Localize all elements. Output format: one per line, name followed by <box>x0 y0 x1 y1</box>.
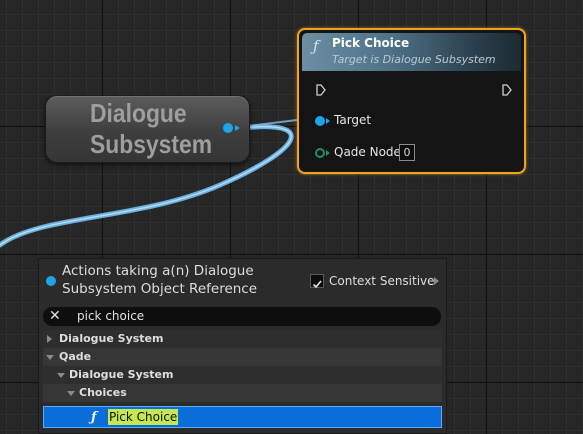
output-pin-arrow <box>235 125 240 131</box>
tree-item-label: Pick Choice <box>108 409 179 425</box>
node-header: ƒ Pick Choice Target is Dialogue Subsyst… <box>302 33 521 71</box>
context-sensitive-label[interactable]: Context Sensitive <box>329 274 435 288</box>
tree-item-qade-dialogue-system[interactable]: Dialogue System <box>43 366 442 384</box>
exec-output-pin[interactable] <box>502 84 512 96</box>
target-pin-arrow <box>326 118 330 124</box>
node-title: Dialogue Subsystem <box>90 98 213 159</box>
output-pin[interactable] <box>223 123 233 133</box>
node-subtitle: Target is Dialogue Subsystem <box>332 53 496 66</box>
tree-item-label: Dialogue System <box>59 332 164 345</box>
target-pin-label: Target <box>334 113 372 127</box>
pick-choice-node[interactable]: ƒ Pick Choice Target is Dialogue Subsyst… <box>297 28 526 174</box>
action-menu: Actions taking a(n) Dialogue Subsystem O… <box>38 258 447 434</box>
qade-node-pin-arrow <box>326 150 330 156</box>
collapse-icon[interactable] <box>67 391 75 396</box>
action-tree: Dialogue System Qade Dialogue System Cho… <box>43 330 442 428</box>
dialogue-subsystem-node[interactable]: Dialogue Subsystem <box>45 95 250 163</box>
checkmark-icon <box>312 280 322 289</box>
tree-item-label: Qade <box>59 350 92 363</box>
clear-search-icon[interactable]: ✕ <box>49 308 61 324</box>
tree-item-qade[interactable]: Qade <box>43 348 442 366</box>
function-icon: ƒ <box>313 37 319 55</box>
collapse-icon[interactable] <box>57 373 65 378</box>
search-input[interactable] <box>77 308 377 324</box>
expand-icon[interactable] <box>47 335 52 343</box>
tree-item-choices[interactable]: Choices <box>43 384 442 402</box>
qade-node-value-input[interactable]: 0 <box>399 144 415 161</box>
menu-title: Actions taking a(n) Dialogue Subsystem O… <box>62 263 258 297</box>
node-title: Pick Choice <box>332 36 410 50</box>
context-sensitive-checkbox[interactable] <box>310 274 324 289</box>
exec-input-pin[interactable] <box>316 84 326 96</box>
object-reference-icon <box>46 276 56 286</box>
tree-item-label: Choices <box>79 386 127 399</box>
tree-item-label: Dialogue System <box>69 368 174 381</box>
function-icon: ƒ <box>91 410 97 425</box>
chevron-right-icon[interactable] <box>434 277 439 285</box>
target-pin[interactable] <box>315 116 325 126</box>
collapse-icon[interactable] <box>46 355 54 360</box>
tree-item-dialogue-system[interactable]: Dialogue System <box>43 330 442 348</box>
qade-node-pin[interactable] <box>315 148 325 158</box>
tree-item-pick-choice[interactable]: ƒ Pick Choice <box>43 406 442 428</box>
search-box: ✕ <box>43 307 441 326</box>
qade-node-pin-label: Qade Node <box>334 145 401 159</box>
